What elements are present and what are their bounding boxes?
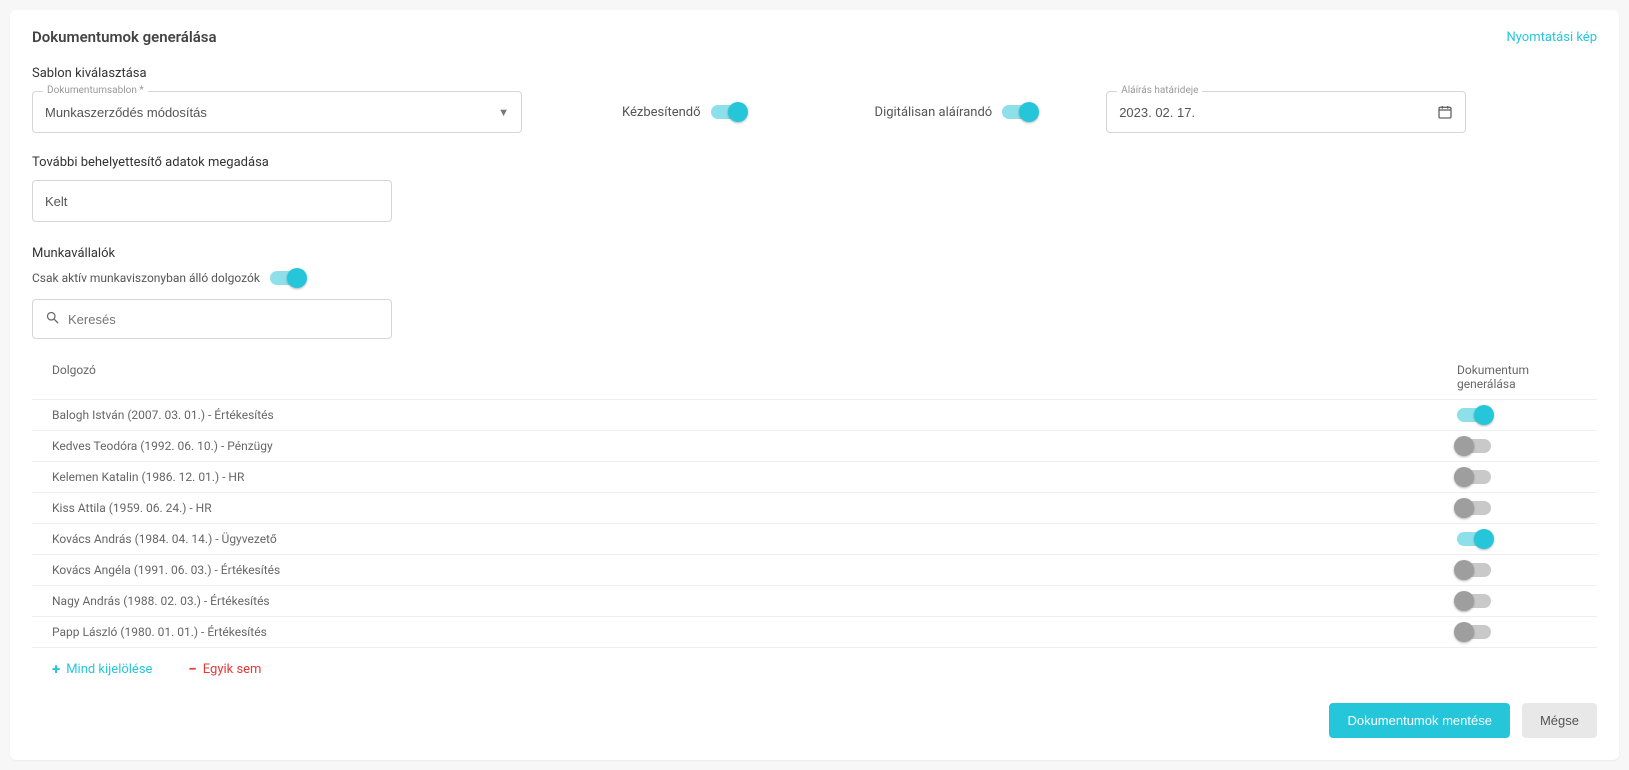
save-documents-button[interactable]: Dokumentumok mentése bbox=[1329, 703, 1510, 738]
bulk-actions: + Mind kijelölése − Egyik sem bbox=[32, 648, 1597, 677]
template-select-value[interactable] bbox=[45, 105, 490, 120]
table-row: Balogh István (2007. 03. 01.) - Értékesí… bbox=[32, 399, 1597, 430]
template-row: Dokumentumsablon * ▼ Kézbesítendő Digitá… bbox=[32, 91, 1597, 133]
print-preview-link[interactable]: Nyomtatási kép bbox=[1506, 30, 1597, 45]
substitution-input[interactable] bbox=[45, 194, 379, 209]
table-row: Nagy András (1988. 02. 03.) - Értékesíté… bbox=[32, 585, 1597, 616]
deliver-toggle[interactable] bbox=[711, 105, 745, 119]
table-header: Dolgozó Dokumentum generálása bbox=[32, 355, 1597, 399]
generate-toggle[interactable] bbox=[1457, 408, 1491, 422]
generate-toggle[interactable] bbox=[1457, 625, 1491, 639]
deliver-toggle-wrap: Kézbesítendő bbox=[622, 105, 745, 120]
signature-deadline-field[interactable]: Aláírás határideje bbox=[1106, 91, 1466, 133]
cancel-button[interactable]: Mégse bbox=[1522, 703, 1597, 738]
table-row: Kovács András (1984. 04. 14.) - Ügyvezet… bbox=[32, 523, 1597, 554]
generate-toggle-cell bbox=[1457, 532, 1577, 546]
col-generate-header: Dokumentum generálása bbox=[1457, 363, 1577, 391]
generate-toggle-cell bbox=[1457, 439, 1577, 453]
employee-name: Kovács Angéla (1991. 06. 03.) - Értékesí… bbox=[52, 563, 1457, 577]
employees-section-label: Munkavállalók bbox=[32, 246, 1597, 261]
employee-name: Kiss Attila (1959. 06. 24.) - HR bbox=[52, 501, 1457, 515]
substitution-field[interactable] bbox=[32, 180, 392, 222]
generate-toggle-cell bbox=[1457, 501, 1577, 515]
generate-toggle[interactable] bbox=[1457, 470, 1491, 484]
generate-toggle-cell bbox=[1457, 625, 1577, 639]
generate-toggle-cell bbox=[1457, 594, 1577, 608]
table-row: Papp László (1980. 01. 01.) - Értékesíté… bbox=[32, 616, 1597, 648]
active-only-row: Csak aktív munkaviszonyban álló dolgozók bbox=[32, 271, 1597, 285]
select-none-link[interactable]: − Egyik sem bbox=[188, 662, 261, 677]
employee-name: Kedves Teodóra (1992. 06. 10.) - Pénzügy bbox=[52, 439, 1457, 453]
active-only-toggle[interactable] bbox=[270, 271, 304, 285]
signature-deadline-label: Aláírás határideje bbox=[1117, 85, 1202, 96]
search-icon bbox=[45, 310, 60, 329]
sign-toggle[interactable] bbox=[1002, 105, 1036, 119]
select-all-link[interactable]: + Mind kijelölése bbox=[52, 662, 152, 677]
calendar-icon[interactable] bbox=[1437, 104, 1453, 120]
table-row: Kedves Teodóra (1992. 06. 10.) - Pénzügy bbox=[32, 430, 1597, 461]
generate-toggle[interactable] bbox=[1457, 439, 1491, 453]
col-employee-header: Dolgozó bbox=[52, 363, 1457, 377]
document-generate-card: Dokumentumok generálása Nyomtatási kép S… bbox=[10, 10, 1619, 760]
generate-toggle-cell bbox=[1457, 470, 1577, 484]
footer-actions: Dokumentumok mentése Mégse bbox=[32, 703, 1597, 738]
page-title: Dokumentumok generálása bbox=[32, 28, 217, 46]
sign-toggle-wrap: Digitálisan aláírandó bbox=[875, 105, 1037, 120]
select-all-label: Mind kijelölése bbox=[66, 662, 152, 677]
active-only-label: Csak aktív munkaviszonyban álló dolgozók bbox=[32, 271, 260, 285]
plus-icon: + bbox=[52, 662, 60, 677]
header-row: Dokumentumok generálása Nyomtatási kép bbox=[32, 28, 1597, 46]
template-section-label: Sablon kiválasztása bbox=[32, 66, 1597, 81]
signature-deadline-input[interactable] bbox=[1119, 105, 1429, 120]
generate-toggle[interactable] bbox=[1457, 563, 1491, 577]
table-row: Kovács Angéla (1991. 06. 03.) - Értékesí… bbox=[32, 554, 1597, 585]
generate-toggle-cell bbox=[1457, 408, 1577, 422]
employee-name: Papp László (1980. 01. 01.) - Értékesíté… bbox=[52, 625, 1457, 639]
sign-toggle-label: Digitálisan aláírandó bbox=[875, 105, 993, 120]
employee-name: Balogh István (2007. 03. 01.) - Értékesí… bbox=[52, 408, 1457, 422]
generate-toggle[interactable] bbox=[1457, 532, 1491, 546]
substitution-label: További behelyettesítő adatok megadása bbox=[32, 155, 1597, 170]
generate-toggle-cell bbox=[1457, 563, 1577, 577]
employee-search-field[interactable] bbox=[32, 299, 392, 339]
generate-toggle[interactable] bbox=[1457, 501, 1491, 515]
employees-table: Dolgozó Dokumentum generálása Balogh Ist… bbox=[32, 355, 1597, 648]
employee-name: Nagy András (1988. 02. 03.) - Értékesíté… bbox=[52, 594, 1457, 608]
employee-name: Kelemen Katalin (1986. 12. 01.) - HR bbox=[52, 470, 1457, 484]
template-select[interactable]: Dokumentumsablon * ▼ bbox=[32, 91, 522, 133]
employee-name: Kovács András (1984. 04. 14.) - Ügyvezet… bbox=[52, 532, 1457, 546]
template-field-label: Dokumentumsablon * bbox=[43, 85, 148, 96]
table-row: Kelemen Katalin (1986. 12. 01.) - HR bbox=[32, 461, 1597, 492]
chevron-down-icon: ▼ bbox=[498, 106, 509, 119]
generate-toggle[interactable] bbox=[1457, 594, 1491, 608]
table-row: Kiss Attila (1959. 06. 24.) - HR bbox=[32, 492, 1597, 523]
select-none-label: Egyik sem bbox=[203, 662, 262, 677]
minus-icon: − bbox=[188, 662, 196, 677]
employee-search-input[interactable] bbox=[68, 312, 379, 327]
deliver-toggle-label: Kézbesítendő bbox=[622, 105, 701, 120]
